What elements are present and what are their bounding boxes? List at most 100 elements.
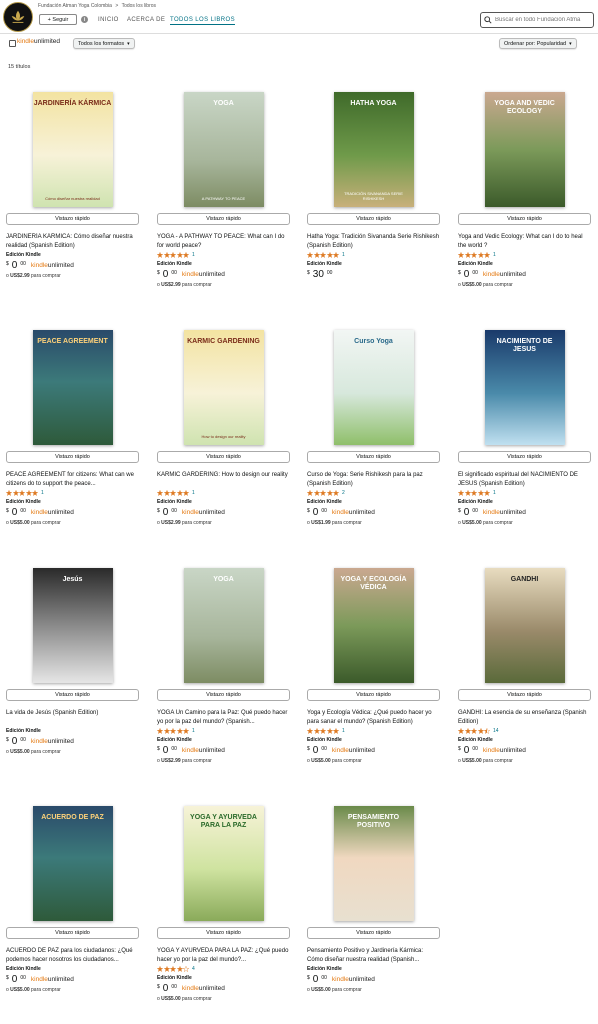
sort-dropdown[interactable]: Ordenar por: Popularidad ▾ [499,38,577,49]
rating[interactable]: 1 [157,251,195,258]
store-search[interactable] [480,12,594,28]
kindle-unlimited-filter-label[interactable]: kindleunlimited [17,38,60,45]
cover-link[interactable]: HATHA YOGA TRADICIÓN SIVANANDA SERIE RIS… [307,92,440,212]
review-count[interactable]: 1 [192,252,195,258]
review-count[interactable]: 1 [192,490,195,496]
cover-link[interactable]: YOGA A PATHWAY TO PEACE [157,92,290,212]
product-title[interactable]: ACUERDO DE PAZ para los ciudadanos: ¿Qué… [6,947,139,964]
follow-button[interactable]: + Seguir [39,14,77,25]
alt-purchase-price[interactable]: o US$5.00 para comprar [6,987,61,993]
product-title[interactable]: YOGA Y AYURVEDA PARA LA PAZ: ¿Qué puedo … [157,947,290,964]
review-count[interactable]: 14 [493,728,499,734]
product-title[interactable]: La vida de Jesús (Spanish Edition) [6,709,139,718]
cover-link[interactable]: Curso Yoga [307,330,440,450]
product-title[interactable]: Yoga and Vedic Ecology: What can I do to… [458,233,591,250]
rating[interactable]: 1 [6,489,44,496]
quick-view-button[interactable]: Vistazo rápido [307,213,440,225]
rating[interactable]: 1 [157,489,195,496]
rating[interactable]: 1 [458,251,496,258]
format-label[interactable]: Edición Kindle [6,966,41,972]
cover-link[interactable]: YOGA AND VEDIC ECOLOGY [458,92,591,212]
alt-purchase-price[interactable]: o US$2.99 para comprar [157,282,212,288]
breadcrumb-store-link[interactable]: Fundación Atman Yoga Colombia [38,3,112,9]
format-dropdown[interactable]: Todos los formatos ▾ [73,38,135,49]
product-title[interactable]: PEACE AGREEMENT for citizens: What can w… [6,471,139,488]
alt-purchase-price[interactable]: o US$1.99 para comprar [307,520,362,526]
alt-purchase-price[interactable]: o US$5.00 para comprar [307,758,362,764]
alt-purchase-price[interactable]: o US$5.00 para comprar [458,282,513,288]
product-title[interactable]: YOGA - A PATHWAY TO PEACE: What can I do… [157,233,290,250]
quick-view-button[interactable]: Vistazo rápido [458,213,591,225]
nav-home[interactable]: INICIO [98,17,119,23]
product-title[interactable]: El significado espiritual del NACIMIENTO… [458,471,591,488]
quick-view-button[interactable]: Vistazo rápido [6,213,139,225]
cover-link[interactable]: PEACE AGREEMENT [6,330,139,450]
format-label[interactable]: Edición Kindle [157,261,192,267]
cover-link[interactable]: PENSAMIENTO POSITIVO [307,806,440,926]
cover-link[interactable]: KARMIC GARDENING How to design our reali… [157,330,290,450]
review-count[interactable]: 2 [342,490,345,496]
review-count[interactable]: 1 [342,728,345,734]
cover-link[interactable]: NACIMIENTO DE JESUS [458,330,591,450]
quick-view-button[interactable]: Vistazo rápido [458,689,591,701]
quick-view-button[interactable]: Vistazo rápido [157,451,290,463]
cover-link[interactable]: GANDHI [458,568,591,688]
format-label[interactable]: Edición Kindle [157,499,192,505]
cover-link[interactable]: JARDINERÍA KÁRMICA Cómo diseñar nuestra … [6,92,139,212]
alt-purchase-price[interactable]: o US$5.00 para comprar [6,520,61,526]
quick-view-button[interactable]: Vistazo rápido [6,689,139,701]
product-title[interactable]: Curso de Yoga: Serie Rishikesh para la p… [307,471,440,488]
review-count[interactable]: 1 [493,252,496,258]
product-title[interactable]: GANDHI: La esencia de su enseñanza (Span… [458,709,591,726]
alt-purchase-price[interactable]: o US$5.00 para comprar [6,749,61,755]
quick-view-button[interactable]: Vistazo rápido [307,689,440,701]
quick-view-button[interactable]: Vistazo rápido [157,927,290,939]
rating[interactable]: 1 [458,489,496,496]
review-count[interactable]: 4 [192,966,195,972]
alt-purchase-price[interactable]: o US$5.00 para comprar [307,987,362,993]
quick-view-button[interactable]: Vistazo rápido [157,689,290,701]
product-title[interactable]: Hatha Yoga: Tradición Sivananda Serie Ri… [307,233,440,250]
cover-link[interactable]: YOGA [157,568,290,688]
rating[interactable]: 1 [157,727,195,734]
product-title[interactable]: KARMIC GARDERING: How to design our real… [157,471,290,480]
format-label[interactable]: Edición Kindle [458,261,493,267]
format-label[interactable]: Edición Kindle [458,737,493,743]
rating[interactable]: 1 [307,727,345,734]
review-count[interactable]: 1 [493,490,496,496]
product-title[interactable]: YOGA Un Camino para la Paz: Qué puedo ha… [157,709,290,726]
quick-view-button[interactable]: Vistazo rápido [6,451,139,463]
nav-about[interactable]: ACERCA DE [127,17,165,23]
quick-view-button[interactable]: Vistazo rápido [307,451,440,463]
rating[interactable]: 4 [157,965,195,972]
format-label[interactable]: Edición Kindle [458,499,493,505]
product-title[interactable]: Yoga y Ecología Védica: ¿Qué puedo hacer… [307,709,440,726]
kindle-unlimited-checkbox[interactable] [9,40,16,47]
store-logo[interactable] [3,2,33,32]
cover-link[interactable]: Jesús [6,568,139,688]
cover-link[interactable]: YOGA Y AYURVEDA PARA LA PAZ [157,806,290,926]
nav-all-books[interactable]: TODOS LOS LIBROS [170,17,235,25]
cover-link[interactable]: YOGA Y ECOLOGÍA VÉDICA [307,568,440,688]
search-input[interactable] [495,17,593,23]
info-icon[interactable]: i [81,16,88,23]
alt-purchase-price[interactable]: o US$2.99 para comprar [157,520,212,526]
alt-purchase-price[interactable]: o US$2.99 para comprar [157,758,212,764]
quick-view-button[interactable]: Vistazo rápido [6,927,139,939]
alt-purchase-price[interactable]: o US$5.00 para comprar [157,996,212,1002]
alt-purchase-price[interactable]: o US$5.00 para comprar [458,758,513,764]
rating[interactable]: 1 [307,251,345,258]
format-label[interactable]: Edición Kindle [6,499,41,505]
quick-view-button[interactable]: Vistazo rápido [307,927,440,939]
alt-purchase-price[interactable]: o US$5.00 para comprar [458,520,513,526]
cover-link[interactable]: ACUERDO DE PAZ [6,806,139,926]
format-label[interactable]: Edición Kindle [307,261,342,267]
review-count[interactable]: 1 [192,728,195,734]
quick-view-button[interactable]: Vistazo rápido [458,451,591,463]
review-count[interactable]: 1 [342,252,345,258]
rating[interactable]: 2 [307,489,345,496]
format-label[interactable]: Edición Kindle [307,499,342,505]
product-title[interactable]: JARDINERÍA KÁRMICA: Cómo diseñar nuestra… [6,233,139,250]
format-label[interactable]: Edición Kindle [6,252,41,258]
format-label[interactable]: Edición Kindle [157,975,192,981]
